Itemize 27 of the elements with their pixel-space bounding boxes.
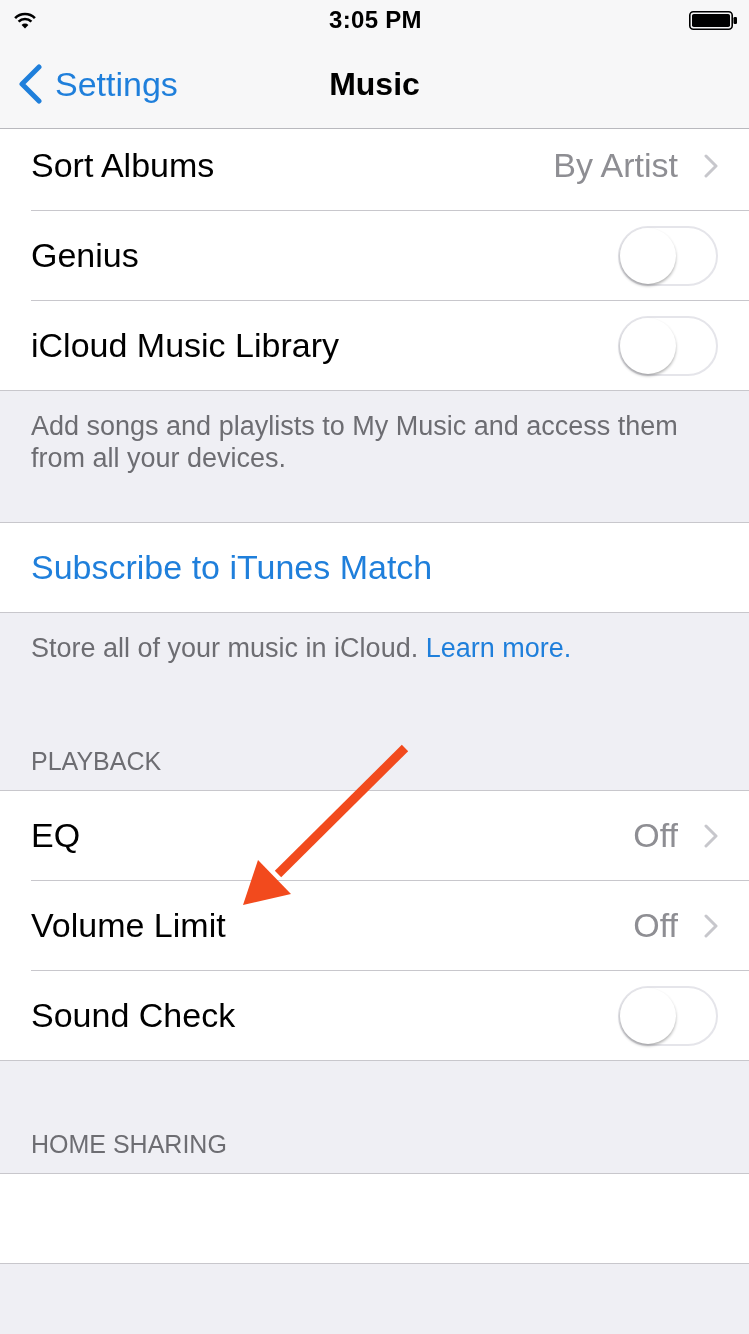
nav-title: Music	[329, 65, 420, 103]
setting-label: Sort Albums	[31, 146, 216, 185]
section-header: HOME SHARING	[30, 1129, 228, 1160]
footer-note: Store all of your music in iCloud. Learn more.	[30, 632, 573, 665]
section-header: PLAYBACK	[30, 746, 163, 777]
toggle-switch[interactable]	[618, 985, 718, 1046]
battery-icon	[689, 10, 737, 30]
setting-value: Off	[633, 906, 678, 945]
status-time: 3:05 PM	[329, 6, 422, 34]
setting-label: Genius	[31, 236, 140, 275]
back-chevron-icon	[17, 64, 43, 104]
footer-note: Add songs and playlists to My Music and access them from all your devices.	[30, 410, 679, 475]
wifi-icon	[14, 11, 36, 29]
setting-value: Off	[633, 816, 678, 855]
chevron-icon	[704, 823, 718, 848]
setting-label: iCloud Music Library	[31, 326, 340, 365]
toggle-switch[interactable]	[618, 315, 718, 376]
back-button[interactable]: Settings	[0, 64, 178, 104]
toggle-switch[interactable]	[618, 225, 718, 286]
setting-label: EQ	[31, 816, 82, 855]
subscribe-link[interactable]: Subscribe to iTunes Match	[31, 548, 433, 587]
setting-label: Sound Check	[31, 996, 237, 1035]
setting-value: By Artist	[553, 146, 678, 185]
learn-more-link[interactable]: Learn more.	[425, 633, 572, 663]
chevron-icon	[704, 913, 718, 938]
chevron-icon	[704, 153, 718, 178]
setting-label: Volume Limit	[31, 906, 227, 945]
